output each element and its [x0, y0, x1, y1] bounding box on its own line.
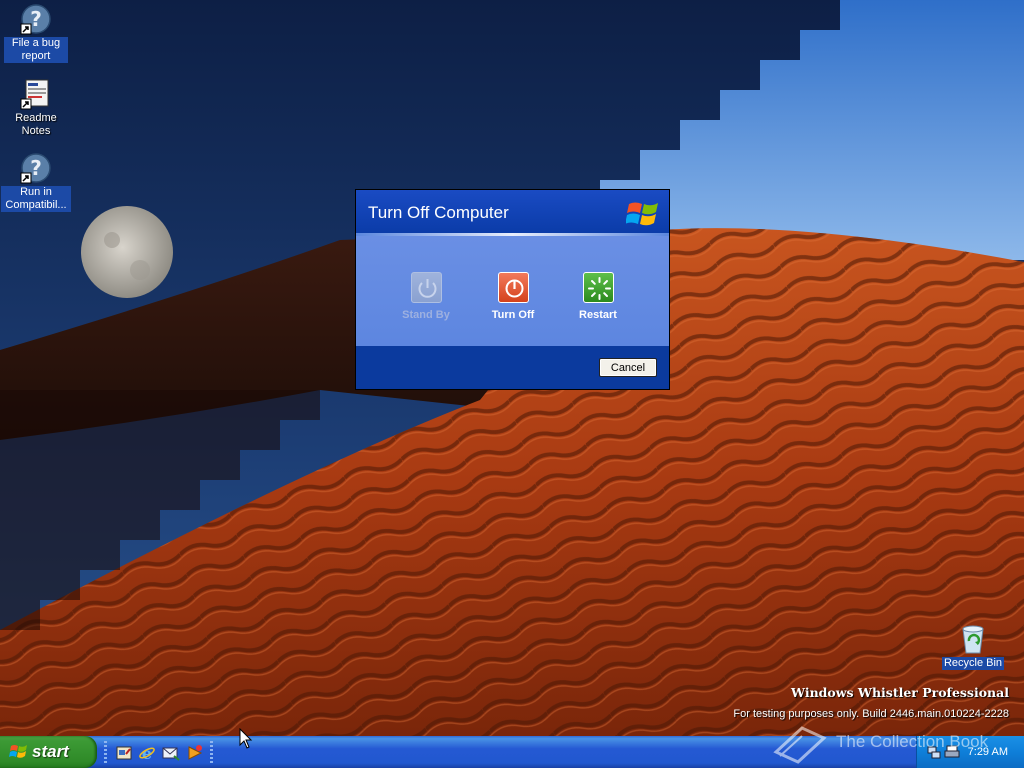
taskbar-grip[interactable] — [104, 741, 107, 763]
taskbar-clock[interactable]: 7:29 AM — [968, 746, 1008, 758]
media-player-icon[interactable] — [186, 744, 204, 762]
svg-text:e: e — [142, 744, 152, 762]
help-shortcut-icon: ? — [20, 4, 51, 35]
recycle-bin-icon — [962, 625, 984, 654]
desktop-icon-label: File a bug report — [4, 37, 68, 63]
turn-off-label: Turn Off — [491, 309, 535, 321]
windows-flag-icon — [9, 745, 27, 758]
desktop-icon-label: Run in Compatibil... — [1, 186, 71, 212]
restart-label: Restart — [579, 309, 617, 321]
printer-icon[interactable] — [944, 744, 960, 760]
dialog-title-bar: Turn Off Computer — [356, 190, 669, 235]
desktop-icon-file-bug-report[interactable]: ? File a bug report — [0, 3, 72, 63]
stand-by-option[interactable]: Stand By — [386, 272, 466, 321]
internet-explorer-icon[interactable]: e — [138, 744, 156, 762]
svg-text:?: ? — [30, 156, 42, 180]
os-watermark-build: For testing purposes only. Build 2446.ma… — [733, 708, 1009, 720]
dialog-title: Turn Off Computer — [368, 203, 509, 222]
restart-icon — [582, 272, 614, 303]
desktop-icon-label: Readme Notes — [15, 112, 57, 137]
standby-icon — [410, 272, 442, 303]
taskbar: start e 7:29 AM — [0, 736, 1024, 768]
show-desktop-icon[interactable] — [115, 744, 133, 762]
system-tray: 7:29 AM — [916, 736, 1024, 768]
turn-off-computer-dialog: Turn Off Computer Stand By Turn Off Rest… — [356, 190, 669, 389]
desktop-icon-label: Recycle Bin — [941, 657, 1005, 670]
cancel-button[interactable]: Cancel — [599, 358, 657, 377]
start-button[interactable]: start — [0, 736, 97, 768]
stand-by-label: Stand By — [402, 309, 450, 321]
taskbar-grip[interactable] — [210, 741, 213, 763]
help-shortcut-icon: ? — [20, 153, 51, 184]
notes-shortcut-icon — [20, 79, 49, 110]
windows-flag-icon — [626, 202, 658, 226]
dialog-body: Stand By Turn Off Restart — [356, 236, 669, 346]
outlook-express-icon[interactable] — [162, 744, 180, 762]
power-icon — [497, 272, 529, 303]
dialog-footer: Cancel — [356, 346, 669, 389]
desktop-icon-run-in-compatibility[interactable]: ? Run in Compatibil... — [0, 152, 72, 212]
start-label: start — [32, 742, 69, 761]
os-watermark-title: Windows Whistler Professional — [791, 685, 1009, 700]
desktop-icon-recycle-bin[interactable]: Recycle Bin — [937, 623, 1009, 670]
mouse-pointer-icon — [239, 728, 253, 749]
turn-off-option[interactable]: Turn Off — [473, 272, 553, 321]
network-icon[interactable] — [926, 744, 942, 760]
desktop-icon-readme-notes[interactable]: Readme Notes — [0, 78, 72, 138]
restart-option[interactable]: Restart — [558, 272, 638, 321]
svg-text:?: ? — [30, 7, 42, 31]
